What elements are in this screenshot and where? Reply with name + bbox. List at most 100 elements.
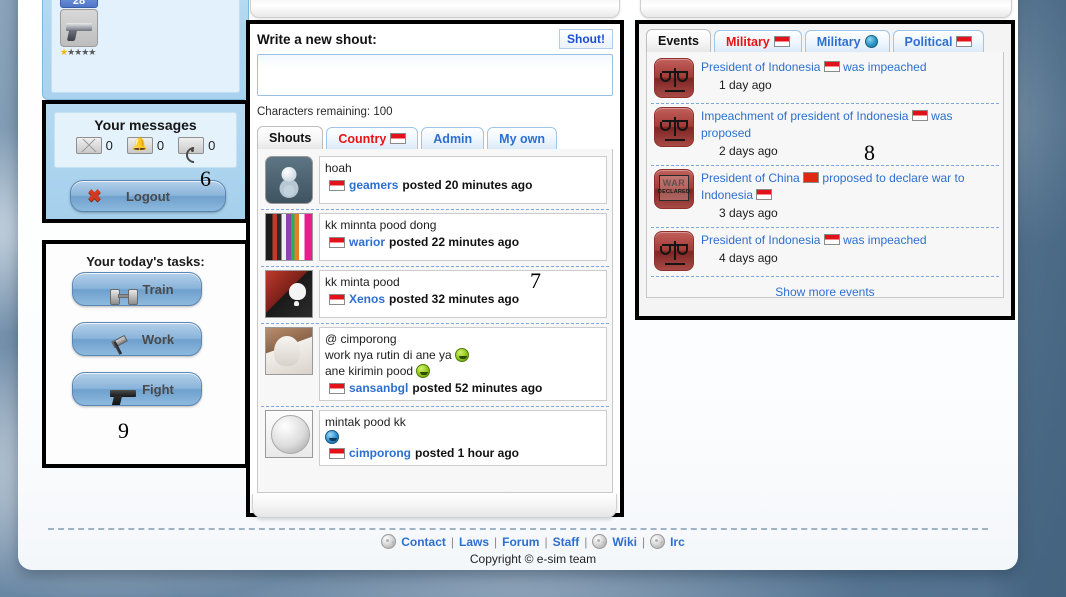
task-label-work: Work — [141, 331, 175, 347]
indonesia-flag-icon — [390, 133, 407, 144]
shouts-panel-bottom — [252, 494, 617, 518]
shout-author[interactable]: warior — [349, 234, 385, 250]
avatar[interactable] — [265, 410, 313, 458]
shout-compose-label: Write a new shout: — [257, 31, 377, 47]
scales-icon — [654, 231, 694, 271]
footer-separator: | — [544, 534, 548, 549]
footer: Contact | Laws | Forum | Staff | Wiki | … — [0, 534, 1066, 566]
tab-military-country[interactable]: Military — [714, 30, 802, 52]
shout-timestamp: posted 22 minutes ago — [389, 235, 520, 249]
envelope-count: 0 — [105, 138, 113, 153]
events-list[interactable]: President of Indonesia was impeached 1 d… — [646, 52, 1004, 298]
pistol-icon — [110, 387, 138, 405]
task-button-work[interactable]: Work — [72, 322, 202, 356]
globe-icon — [864, 35, 878, 48]
task-button-train[interactable]: Train — [72, 272, 202, 306]
event-link[interactable]: Impeachment of president of Indonesia — [701, 109, 908, 123]
shout-author[interactable]: sansanbgl — [349, 380, 408, 396]
shout-item[interactable]: hoah geamers posted 20 minutes ago — [261, 153, 609, 210]
dumbbell-icon — [110, 287, 139, 305]
panel-stub-right — [640, 0, 1012, 18]
event-item[interactable]: Impeachment of president of Indonesia wa… — [651, 104, 999, 166]
tab-admin-label: Admin — [433, 131, 473, 146]
avatar[interactable] — [265, 327, 313, 375]
event-item[interactable]: President of Indonesia was impeached 4 d… — [651, 228, 999, 277]
footer-link-irc[interactable]: Irc — [670, 535, 685, 549]
shouts-panel: Write a new shout: Shout! Characters rem… — [246, 20, 624, 517]
task-button-fight[interactable]: Fight — [72, 372, 202, 406]
shout-textarea[interactable] — [257, 54, 613, 96]
moon-icon — [592, 534, 608, 549]
shout-submit-button[interactable]: Shout! — [559, 29, 613, 49]
inventory-item-quantity: 28 — [60, 0, 98, 8]
tab-events-label: Events — [658, 34, 699, 48]
pistol-icon — [60, 9, 98, 47]
shouts-list[interactable]: hoah geamers posted 20 minutes ago kk mi… — [257, 149, 613, 493]
indonesia-flag-icon — [329, 293, 345, 305]
avatar[interactable] — [265, 156, 313, 204]
messages-alert-counter[interactable]: 0 — [126, 136, 164, 154]
events-tabs: Events Military Military Political — [646, 29, 1004, 52]
panel-stub-middle — [250, 0, 620, 18]
avatar[interactable] — [265, 270, 313, 318]
footer-separator: | — [584, 534, 588, 549]
tab-military-world[interactable]: Military — [804, 30, 890, 52]
shout-item[interactable]: @ cimporong work nya rutin di ane ya ane… — [261, 324, 609, 407]
shout-item[interactable]: kk minta pood Xenos posted 32 minutes ag… — [261, 267, 609, 324]
tab-my-own[interactable]: My own — [487, 127, 558, 149]
moon-icon — [381, 534, 397, 549]
indonesia-flag-icon — [823, 234, 840, 245]
footer-separator: | — [494, 534, 498, 549]
indonesia-flag-icon — [823, 61, 840, 72]
event-link[interactable]: President of Indonesia — [701, 60, 820, 74]
event-timestamp: 1 day ago — [719, 78, 772, 92]
event-item[interactable]: President of China proposed to declare w… — [651, 166, 999, 228]
characters-remaining: Characters remaining: 100 — [257, 106, 393, 118]
tab-military-world-label: Military — [816, 34, 861, 49]
event-link[interactable]: President of Indonesia — [701, 233, 820, 247]
tasks-panel: Your today's tasks: Train Work Fight — [42, 240, 249, 468]
tab-political-label: Political — [904, 34, 953, 49]
tab-country-label: Country — [338, 131, 387, 146]
shout-item[interactable]: mintak pood kk cimporong posted 1 hour a… — [261, 407, 609, 471]
messages-panel: Your messages 0 0 0 ✖ Logout — [42, 100, 249, 223]
event-link[interactable]: President of China — [701, 171, 800, 185]
messages-feed-counter[interactable]: 0 — [178, 137, 215, 154]
envelope-icon — [75, 137, 102, 154]
event-link[interactable]: was impeached — [843, 233, 926, 247]
shout-author[interactable]: cimporong — [349, 445, 411, 461]
copyright-text: Copyright © e-sim team — [469, 552, 597, 566]
shout-timestamp: posted 1 hour ago — [415, 446, 520, 460]
tab-political[interactable]: Political — [892, 30, 985, 52]
footer-links: Contact | Laws | Forum | Staff | Wiki | … — [0, 534, 1066, 549]
messages-envelope-counter[interactable]: 0 — [75, 137, 113, 154]
events-panel: Events Military Military Political Presi… — [635, 20, 1015, 320]
footer-link-wiki[interactable]: Wiki — [612, 535, 637, 549]
tab-country[interactable]: Country — [326, 127, 419, 149]
shout-author[interactable]: geamers — [349, 177, 398, 193]
footer-link-forum[interactable]: Forum — [502, 535, 539, 549]
footer-link-contact[interactable]: Contact — [401, 535, 446, 549]
tab-shouts[interactable]: Shouts — [257, 126, 324, 149]
messages-title: Your messages — [94, 117, 197, 133]
task-label-fight: Fight — [142, 381, 174, 397]
rss-icon — [178, 137, 205, 154]
shout-item[interactable]: kk minnta pood dong warior posted 22 min… — [261, 210, 609, 267]
show-more-events-link[interactable]: Show more events — [651, 277, 999, 297]
indonesia-flag-icon — [329, 179, 345, 191]
event-item[interactable]: President of Indonesia was impeached 1 d… — [651, 55, 999, 104]
footer-link-staff[interactable]: Staff — [553, 535, 580, 549]
china-flag-icon — [803, 172, 820, 183]
indonesia-flag-icon — [756, 189, 773, 200]
footer-link-laws[interactable]: Laws — [459, 535, 489, 549]
tab-events[interactable]: Events — [646, 29, 711, 52]
hammer-icon — [110, 337, 138, 355]
event-link[interactable]: was impeached — [843, 60, 926, 74]
inventory-item[interactable]: 28 ★★★★★ — [60, 0, 98, 58]
avatar[interactable] — [265, 213, 313, 261]
task-label-train: Train — [142, 281, 174, 297]
shouts-tabs: Shouts Country Admin My own — [257, 126, 613, 149]
inventory-item-quality: ★★★★★ — [60, 47, 96, 57]
tab-admin[interactable]: Admin — [421, 127, 485, 149]
shout-author[interactable]: Xenos — [349, 291, 385, 307]
